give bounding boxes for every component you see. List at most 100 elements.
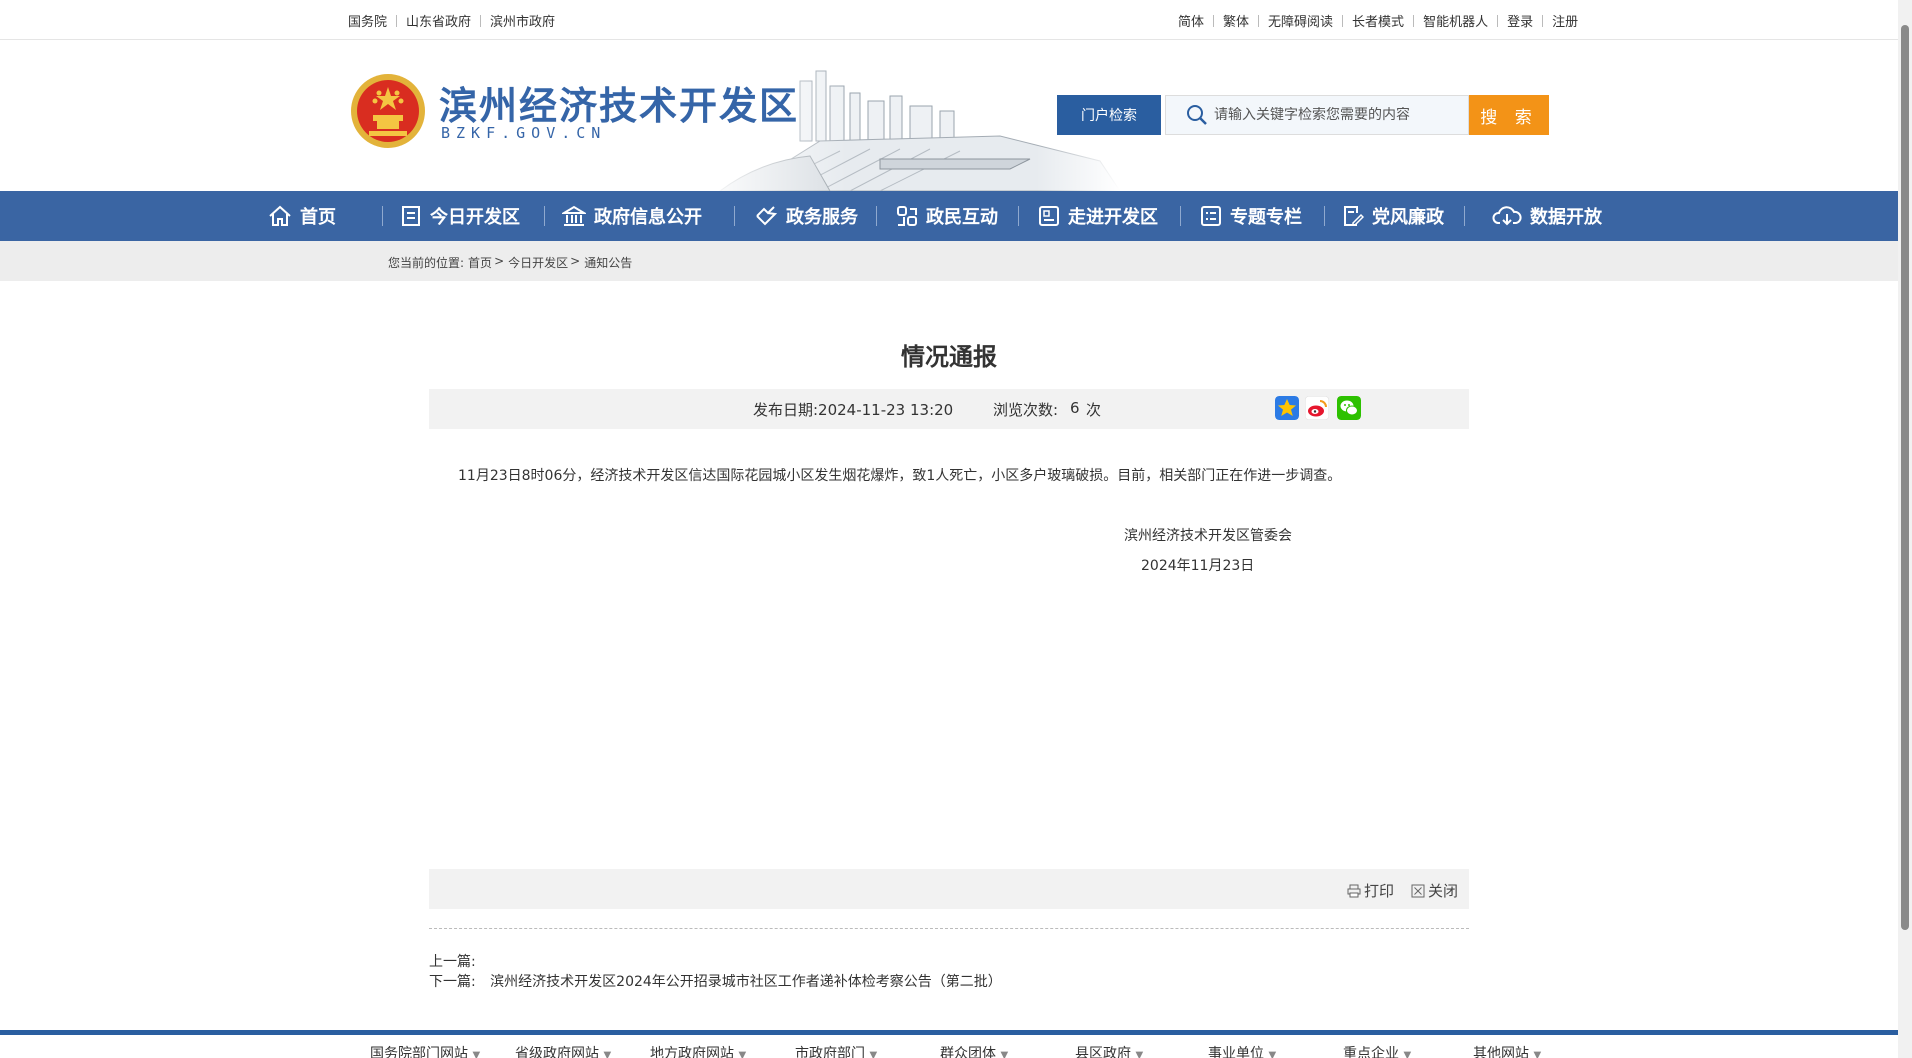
nav-open-data[interactable]: 数据开放 (1492, 191, 1602, 241)
link-accessibility[interactable]: 无障碍阅读 (1268, 11, 1333, 30)
signature-org: 滨州经济技术开发区管委会 (1124, 528, 1292, 544)
divider (1342, 14, 1344, 27)
building-icon (562, 205, 586, 226)
nav-today-zone[interactable]: 今日开发区 (400, 191, 520, 241)
chevron-down-icon: ▼ (1403, 1050, 1412, 1058)
scrollbar-thumb[interactable] (1901, 25, 1909, 930)
prev-label: 上一篇: (429, 954, 476, 970)
divider (1213, 14, 1215, 27)
footer-dropdown-ministries[interactable]: 国务院部门网站 ▼ (370, 1043, 480, 1058)
nav-divider (544, 206, 545, 226)
footer-dropdown-city-depts[interactable]: 市政府部门 ▼ (795, 1043, 877, 1058)
footer-dropdown-counties[interactable]: 县区政府 ▼ (1075, 1043, 1143, 1058)
close-label: 关闭 (1428, 882, 1459, 900)
footer-dropdown-label: 县区政府 (1075, 1046, 1131, 1058)
views-label: 浏览次数: (993, 401, 1059, 419)
nav-about-zone[interactable]: 走进开发区 (1038, 191, 1158, 241)
nav-label: 党风廉政 (1372, 207, 1444, 228)
nav-label: 走进开发区 (1068, 207, 1158, 228)
chevron-down-icon: ▼ (472, 1050, 481, 1058)
top-right-links: 简体 繁体 无障碍阅读 长者模式 智能机器人 登录 注册 (1178, 11, 1578, 30)
link-robot[interactable]: 智能机器人 (1423, 11, 1488, 30)
nav-divider (382, 206, 383, 226)
search-input[interactable] (1214, 107, 1464, 123)
publish-date: 发布日期:2024-11-23 13:20 (753, 401, 954, 419)
profile-card-icon (1039, 206, 1059, 226)
printer-icon (1347, 884, 1361, 897)
close-icon (1411, 884, 1425, 897)
weibo-share-icon[interactable] (1305, 396, 1329, 420)
chevron-down-icon: ▼ (869, 1050, 878, 1058)
qzone-share-icon[interactable] (1275, 396, 1299, 420)
article-title: 情况通报 (901, 343, 997, 371)
document-icon (402, 206, 420, 226)
nav-label: 政务服务 (786, 207, 858, 228)
chevron-down-icon: ▼ (1135, 1050, 1144, 1058)
footer-dropdown-key-firms[interactable]: 重点企业 ▼ (1343, 1043, 1411, 1058)
top-bar: 国务院 山东省政府 滨州市政府 简体 繁体 无障碍阅读 长者模式 智能机器人 登… (0, 0, 1898, 40)
search-button[interactable]: 搜 索 (1469, 95, 1549, 135)
breadcrumb-bar: 您当前的位置: 首页 > 今日开发区 > 通知公告 (0, 241, 1898, 281)
nav-divider (1464, 206, 1465, 226)
chevron-down-icon: ▼ (603, 1050, 612, 1058)
site-title: 滨州经济技术开发区 (439, 84, 800, 128)
nav-divider (1324, 206, 1325, 226)
print-button[interactable]: 打印 (1347, 880, 1394, 901)
breadcrumb-home[interactable]: 首页 (468, 254, 492, 271)
nav-label: 专题专栏 (1230, 207, 1302, 228)
breadcrumb-notices[interactable]: 通知公告 (584, 254, 632, 271)
link-binzhou-gov[interactable]: 滨州市政府 (490, 11, 555, 30)
nav-divider (1180, 206, 1181, 226)
link-simplified[interactable]: 简体 (1178, 11, 1204, 30)
footer-dropdown-label: 地方政府网站 (650, 1046, 734, 1058)
national-emblem-logo (351, 74, 425, 148)
link-traditional[interactable]: 繁体 (1223, 11, 1249, 30)
footer-dropdown-mass-orgs[interactable]: 群众团体 ▼ (940, 1043, 1008, 1058)
footer-dropdown-local[interactable]: 地方政府网站 ▼ (650, 1043, 746, 1058)
footer-dropdown-provincial[interactable]: 省级政府网站 ▼ (515, 1043, 611, 1058)
nav-clean-gov[interactable]: 党风廉政 (1342, 191, 1444, 241)
divider (1542, 14, 1544, 27)
nav-label: 政民互动 (926, 207, 998, 228)
breadcrumb-today-zone[interactable]: 今日开发区 (508, 254, 568, 271)
nav-divider (734, 206, 735, 226)
nav-special-topics[interactable]: 专题专栏 (1200, 191, 1302, 241)
close-button[interactable]: 关闭 (1411, 880, 1458, 901)
breadcrumb: 您当前的位置: 首页 > 今日开发区 > 通知公告 (388, 254, 632, 271)
nav-gov-info[interactable]: 政府信息公开 (562, 191, 702, 241)
footer-dropdown-label: 国务院部门网站 (370, 1046, 468, 1058)
portal-search-label[interactable]: 门户检索 (1057, 95, 1161, 135)
divider (396, 14, 398, 27)
search-icon (1187, 105, 1207, 125)
link-register[interactable]: 注册 (1552, 11, 1578, 30)
site-header: 滨州经济技术开发区 BZKF.GOV.CN 门户检索 搜 索 (0, 41, 1898, 191)
nav-interaction[interactable]: 政民互动 (896, 191, 998, 241)
main-nav: 首页 今日开发区 政府信息公开 政务服务 政民互动 走进开发区 专题专栏 党风廉… (0, 191, 1898, 241)
link-elder-mode[interactable]: 长者模式 (1352, 11, 1404, 30)
interaction-icon (897, 206, 917, 226)
wechat-share-icon[interactable] (1337, 396, 1361, 420)
chevron-down-icon: ▼ (738, 1050, 747, 1058)
footer-divider (0, 1030, 1898, 1035)
footer-dropdown-label: 其他网站 (1473, 1046, 1529, 1058)
breadcrumb-separator: > (570, 254, 581, 268)
site-domain: BZKF.GOV.CN (441, 124, 607, 142)
next-article-link[interactable]: 滨州经济技术开发区2024年公开招录城市社区工作者递补体检考察公告（第二批） (490, 974, 1002, 990)
next-label: 下一篇: (429, 974, 476, 990)
footer-dropdown-label: 市政府部门 (795, 1046, 865, 1058)
footer-dropdown-label: 群众团体 (940, 1046, 996, 1058)
footer-dropdown-label: 事业单位 (1208, 1046, 1264, 1058)
link-state-council[interactable]: 国务院 (348, 11, 387, 30)
footer-dropdown-institutions[interactable]: 事业单位 ▼ (1208, 1043, 1276, 1058)
home-icon (269, 205, 291, 226)
breadcrumb-separator: > (494, 254, 505, 268)
link-shandong-gov[interactable]: 山东省政府 (406, 11, 471, 30)
search-box (1165, 95, 1469, 135)
prev-article: 上一篇: (429, 951, 476, 971)
divider (1258, 14, 1260, 27)
nav-home[interactable]: 首页 (268, 191, 336, 241)
views-count: 6 (1070, 399, 1080, 417)
footer-dropdown-other[interactable]: 其他网站 ▼ (1473, 1043, 1541, 1058)
link-login[interactable]: 登录 (1507, 11, 1533, 30)
nav-gov-service[interactable]: 政务服务 (754, 191, 858, 241)
